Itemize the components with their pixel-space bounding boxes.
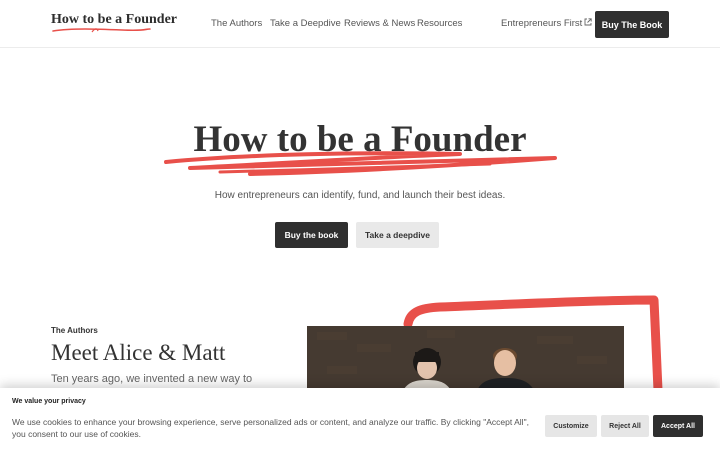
buy-the-book-hero-button[interactable]: Buy the book [275,222,348,248]
nav-resources[interactable]: Resources [417,18,462,29]
authors-photo [307,326,624,396]
customize-button[interactable]: Customize [545,415,597,437]
nav-the-authors[interactable]: The Authors [211,18,262,29]
hero-subtitle: How entrepreneurs can identify, fund, an… [214,190,506,201]
section-label: The Authors [51,326,98,335]
external-link-icon [584,18,592,26]
take-a-deepdive-button[interactable]: Take a deepdive [356,222,439,248]
reject-all-button[interactable]: Reject All [601,415,649,437]
authors-intro-text: Ten years ago, we invented a new way to [51,373,253,385]
hero-title: How to be a Founder [193,119,527,160]
nav-reviews-news[interactable]: Reviews & News [344,18,415,29]
buy-the-book-button[interactable]: Buy The Book [595,11,669,38]
cookie-banner-text: We use cookies to enhance your browsing … [12,417,529,439]
nav-entrepreneurs-first-label: Entrepreneurs First [501,18,583,29]
logo-underline-decoration [52,28,151,33]
cookie-banner-title: We value your privacy [12,398,86,405]
nav-entrepreneurs-first[interactable]: Entrepreneurs First [501,18,592,29]
accept-all-button[interactable]: Accept All [653,415,703,437]
site-header: How to be a Founder The Authors Take a D… [0,0,720,48]
authors-title: Meet Alice & Matt [51,340,226,365]
nav-take-a-deepdive[interactable]: Take a Deepdive [270,18,341,29]
